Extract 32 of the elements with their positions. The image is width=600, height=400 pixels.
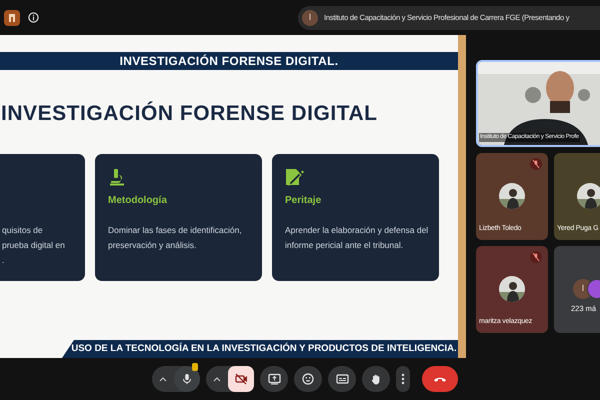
phone-icon xyxy=(433,375,447,383)
slide-footer: USO DE LA TECNOLOGÍA EN LA INVESTIGACIÓN Y PRODUCTOS DE INTELIGENCIA. xyxy=(63,342,457,356)
caret-icon xyxy=(159,376,167,382)
info-icon[interactable] xyxy=(28,12,39,23)
card-title: Metodología xyxy=(108,196,168,206)
caret-icon xyxy=(213,376,221,382)
present-screen-icon xyxy=(268,373,280,385)
presenter-avatar: I xyxy=(302,10,318,26)
slide-title: INVESTIGACIÓN FORENSE DIGITAL xyxy=(0,103,379,124)
more-icon xyxy=(401,373,405,385)
raise-hand-button[interactable] xyxy=(362,366,390,392)
more-options-button[interactable] xyxy=(396,366,410,392)
hand-icon xyxy=(370,373,382,385)
emoji-button[interactable] xyxy=(294,366,322,392)
card-description: Dominar las fases de identificación, preservación y análisis. xyxy=(108,224,243,252)
captions-button[interactable] xyxy=(328,366,356,392)
meeting-logo-icon[interactable] xyxy=(4,10,20,26)
card-title: Peritaje xyxy=(285,196,322,206)
notice-badge xyxy=(192,363,198,371)
captions-icon xyxy=(336,373,348,385)
card-description: Aprender la elaboración y defensa del informe pericial ante el tribunal. xyxy=(285,224,426,252)
present-screen-button[interactable] xyxy=(260,366,288,392)
camera-off-icon xyxy=(234,373,248,385)
microscope-icon xyxy=(108,168,126,186)
slide-header: INVESTIGACIÓN FORENSE DIGITAL. xyxy=(120,53,338,70)
document-pen-icon xyxy=(285,168,305,186)
card-description: quisitos de prueba digital en . xyxy=(1,224,66,267)
microphone-icon xyxy=(181,373,193,385)
camera-off-button[interactable] xyxy=(228,366,254,392)
end-call-button[interactable] xyxy=(422,366,458,392)
microphone-button[interactable] xyxy=(174,366,200,392)
emoji-icon xyxy=(302,373,314,385)
